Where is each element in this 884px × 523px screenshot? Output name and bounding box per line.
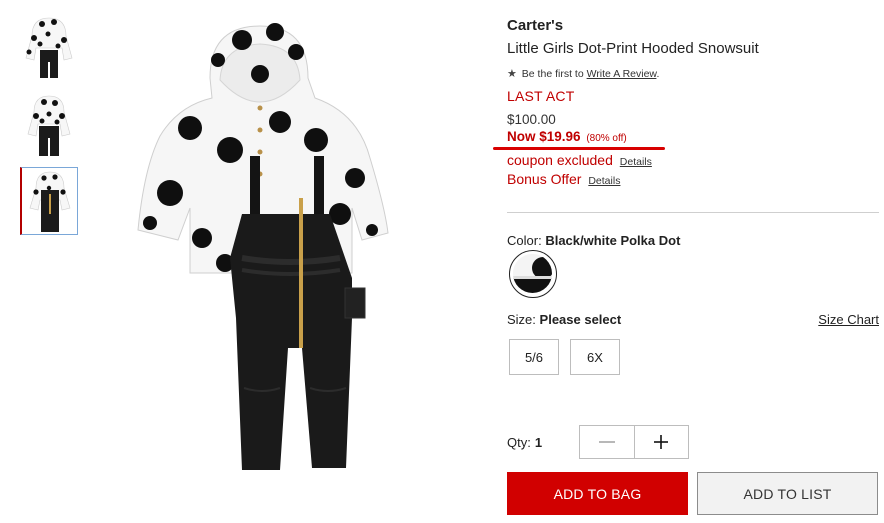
divider — [507, 212, 879, 213]
product-thumbnail-image — [27, 95, 71, 156]
quantity-value: 1 — [534, 435, 543, 450]
original-price: $100.00 — [507, 112, 556, 127]
minus-icon — [598, 441, 615, 443]
thumbnail-3[interactable] — [20, 167, 78, 235]
color-label-row: Color: Black/white Polka Dot — [507, 233, 680, 248]
write-review-link[interactable]: Write A Review — [587, 68, 657, 80]
size-label-row: Size: Please select — [507, 312, 621, 327]
coupon-details-link[interactable]: Details — [620, 156, 652, 168]
plus-icon — [654, 435, 669, 449]
size-option-6x[interactable]: 6X — [570, 339, 620, 375]
quantity-decrement-button[interactable] — [580, 426, 634, 458]
product-thumbnail-image — [29, 171, 71, 232]
coupon-excluded-text: coupon excluded — [507, 152, 613, 168]
quantity-increment-button[interactable] — [633, 426, 689, 458]
thumbnail-2[interactable] — [20, 90, 78, 158]
price-underline-annotation — [493, 147, 665, 150]
bonus-offer-row: Bonus Offer Details — [507, 171, 620, 187]
add-to-list-button[interactable]: ADD TO LIST — [697, 472, 878, 515]
bonus-offer-text: Bonus Offer — [507, 171, 582, 187]
snowsuit-illustration — [137, 23, 389, 470]
color-value: Black/white Polka Dot — [545, 233, 681, 248]
sale-price: Now $19.96 (80% off) — [507, 129, 627, 144]
sale-price-value: Now $19.96 — [507, 129, 581, 144]
brand-name[interactable]: Carter's — [507, 17, 563, 34]
star-icon: ★ — [507, 68, 517, 80]
review-prefix: Be the first to — [521, 68, 584, 80]
size-label: Size: — [507, 312, 536, 327]
quantity-label-row: Qty: 1 — [507, 435, 542, 450]
main-product-image[interactable] — [130, 18, 392, 478]
add-to-bag-button[interactable]: ADD TO BAG — [507, 472, 688, 515]
color-swatch-black-white-polka-dot[interactable] — [509, 250, 557, 298]
review-prompt: ★ Be the first to Write A Review. — [507, 67, 659, 80]
size-chart-link[interactable]: Size Chart — [818, 312, 879, 327]
size-option-5-6[interactable]: 5/6 — [509, 339, 559, 375]
last-act-badge: LAST ACT — [507, 88, 575, 104]
product-thumbnail-image — [25, 17, 73, 78]
size-value: Please select — [539, 312, 622, 327]
swatch-image — [513, 254, 552, 293]
quantity-label: Qty: — [507, 435, 531, 450]
review-suffix: . — [656, 68, 660, 80]
bonus-details-link[interactable]: Details — [588, 175, 620, 187]
coupon-excluded-row: coupon excluded Details — [507, 152, 652, 168]
quantity-stepper — [579, 425, 689, 459]
thumbnail-1[interactable] — [20, 12, 78, 80]
color-label: Color: — [507, 233, 542, 248]
discount-percent: (80% off) — [586, 133, 627, 144]
product-title: Little Girls Dot-Print Hooded Snowsuit — [507, 40, 759, 57]
